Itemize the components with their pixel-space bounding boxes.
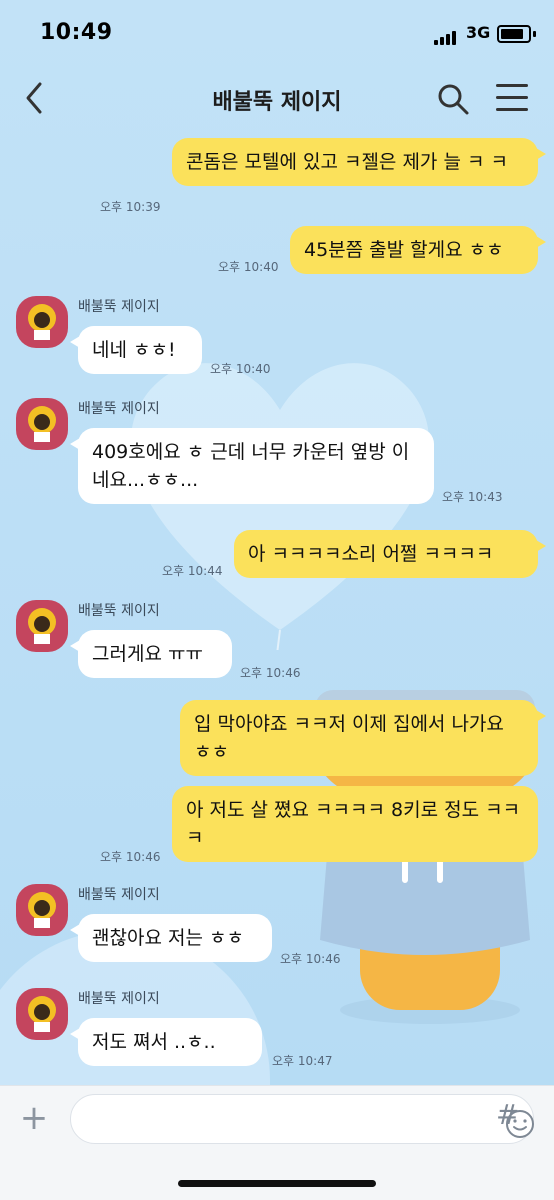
message-input[interactable]	[70, 1094, 534, 1144]
battery-icon	[497, 25, 536, 43]
sender-name: 배불뚝 제이지	[78, 887, 160, 903]
message-time: 오후 10:43	[442, 490, 503, 504]
home-indicator	[178, 1180, 376, 1187]
sender-name: 배불뚝 제이지	[78, 401, 160, 417]
signal-strength-icon	[434, 26, 458, 45]
message-time: 오후 10:47	[272, 1054, 333, 1068]
message-bubble-received[interactable]: 그러게요 ㅠㅠ	[70, 630, 232, 678]
avatar[interactable]	[16, 398, 68, 450]
message-bubble-received[interactable]: 저도 쪄서 ..ㅎ..	[70, 1018, 262, 1066]
avatar[interactable]	[16, 988, 68, 1040]
message-bubble-sent[interactable]: 45분쯤 출발 할게요 ㅎㅎ	[290, 226, 546, 274]
message-bubble-received[interactable]: 409호에요 ㅎ 근데 너무 카운터 옆방 이네요...ㅎㅎ...	[70, 428, 434, 504]
message-time: 오후 10:39	[100, 200, 161, 214]
message-time: 오후 10:44	[162, 564, 223, 578]
chat-title: 배불뚝 제이지	[212, 90, 342, 115]
message-bubble-sent[interactable]: 아 ㅋㅋㅋㅋ소리 어쩔 ㅋㅋㅋㅋ	[234, 530, 546, 578]
sender-name: 배불뚝 제이지	[78, 991, 160, 1007]
message-time: 오후 10:40	[218, 260, 279, 274]
message-bubble-received[interactable]: 괜찮아요 저는 ㅎㅎ	[70, 914, 272, 962]
chat-screen: 10:49 3G 배불뚝 제이지 콘돔은 모텔에 있고 ㅋ젤은 제가 늘 ㅋ ㅋ…	[0, 0, 554, 1200]
avatar[interactable]	[16, 600, 68, 652]
plus-icon[interactable]: +	[16, 1100, 52, 1136]
avatar[interactable]	[16, 296, 68, 348]
status-time: 10:49	[40, 20, 113, 45]
message-time: 오후 10:46	[240, 666, 301, 680]
network-type: 3G	[466, 23, 491, 42]
hamburger-menu-icon[interactable]	[496, 84, 528, 114]
message-bubble-received[interactable]: 네네 ㅎㅎ!	[70, 326, 202, 374]
message-bubble-sent[interactable]: 콘돔은 모텔에 있고 ㅋ젤은 제가 늘 ㅋ ㅋ	[172, 138, 546, 186]
message-time: 오후 10:46	[280, 952, 341, 966]
message-time: 오후 10:46	[100, 850, 161, 864]
avatar[interactable]	[16, 884, 68, 936]
hashtag-icon[interactable]: #	[496, 1098, 519, 1131]
status-bar: 10:49 3G	[0, 0, 554, 64]
message-time: 오후 10:40	[210, 362, 271, 376]
search-icon[interactable]	[436, 82, 470, 116]
chat-header: 배불뚝 제이지	[0, 64, 554, 134]
sender-name: 배불뚝 제이지	[78, 603, 160, 619]
message-bubble-sent[interactable]: 입 막아야죠 ㅋㅋ저 이제 집에서 나가요 ㅎㅎ	[180, 700, 546, 776]
message-bubble-sent[interactable]: 아 저도 살 쪘요 ㅋㅋㅋㅋ 8키로 정도 ㅋㅋㅋ	[172, 786, 538, 862]
sender-name: 배불뚝 제이지	[78, 299, 160, 315]
